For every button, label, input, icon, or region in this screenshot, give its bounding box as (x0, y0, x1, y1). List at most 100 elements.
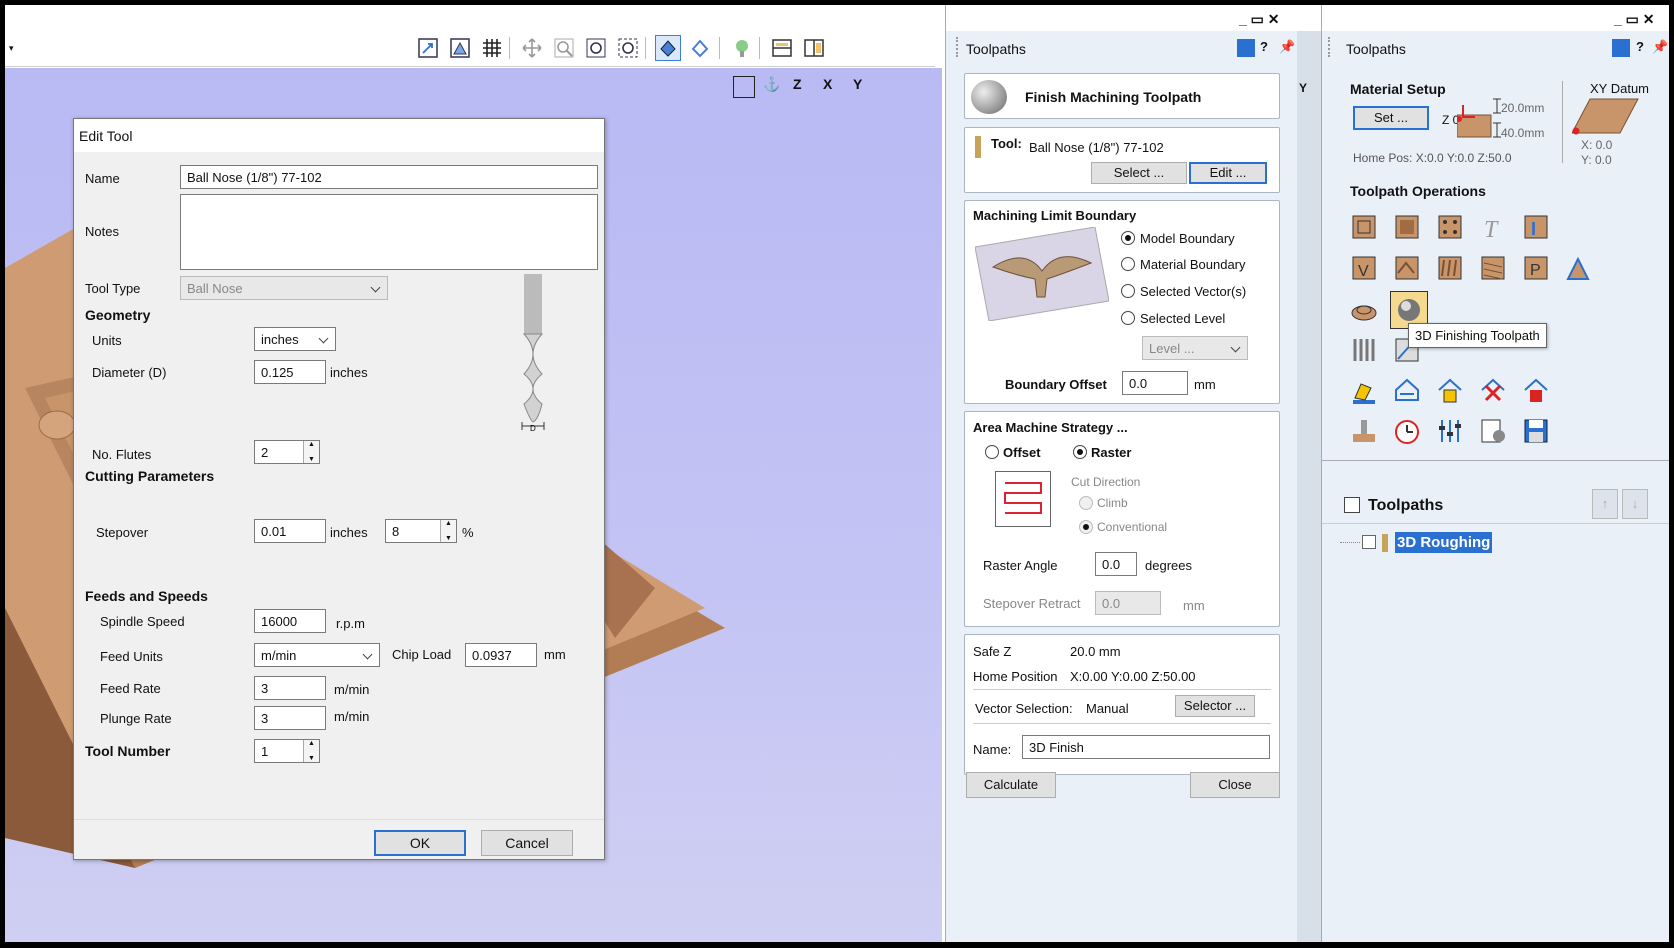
selected-level-radio[interactable] (1121, 311, 1135, 325)
window-controls[interactable]: _ ▭ ✕ (1239, 11, 1280, 28)
toolpath-name-input[interactable]: 3D Finish (1022, 735, 1270, 759)
tool-name-input[interactable]: Ball Nose (1/8") 77-102 (180, 165, 598, 189)
cancel-button[interactable]: Cancel (481, 830, 573, 856)
split-icon[interactable] (769, 35, 795, 61)
help-icon[interactable]: ? (1636, 39, 1644, 54)
tool-database-icon[interactable] (1476, 414, 1510, 448)
home-position-value: X:0.00 Y:0.00 Z:50.00 (1070, 669, 1196, 684)
toolpath-template-icon[interactable] (1519, 374, 1553, 408)
profile-toolpath-icon[interactable] (1347, 210, 1381, 244)
dialog-title: Edit Tool (74, 119, 604, 152)
offset-radio[interactable] (985, 445, 999, 459)
edit-toolpath-icon[interactable] (1347, 374, 1381, 408)
view-y-button[interactable]: Y (853, 76, 862, 92)
lighting-icon[interactable] (729, 35, 755, 61)
tool-number-spinner[interactable]: 1 (254, 739, 320, 763)
pocket-toolpath-icon[interactable] (1390, 210, 1424, 244)
inlay-toolpath-icon[interactable]: I (1519, 210, 1553, 244)
shaded-icon[interactable] (687, 35, 713, 61)
stepover-percent-spinner[interactable]: 8 (385, 519, 457, 543)
raster-label: Raster (1091, 445, 1132, 460)
xy-datum-label: XY Datum (1590, 81, 1650, 96)
set-material-button[interactable]: Set ... (1353, 106, 1429, 130)
drilling-toolpath-icon[interactable] (1433, 210, 1467, 244)
molding-toolpath-icon[interactable] (1562, 251, 1596, 285)
layout-icon[interactable] (801, 35, 827, 61)
grid-icon[interactable] (479, 35, 505, 61)
pin-icon[interactable]: 📌 (1652, 39, 1668, 55)
ok-button[interactable]: OK (374, 830, 466, 856)
raster-radio[interactable] (1073, 445, 1087, 459)
model-boundary-radio[interactable] (1121, 231, 1135, 245)
toolpaths-select-all-checkbox[interactable] (1344, 497, 1360, 513)
view-x-button[interactable]: X (823, 76, 832, 92)
pin-toggle-icon[interactable] (1612, 39, 1630, 57)
zoom-window-icon[interactable] (415, 35, 441, 61)
zoom-icon[interactable] (551, 35, 577, 61)
prism-toolpath-icon[interactable] (1390, 251, 1424, 285)
move-down-icon[interactable]: ↓ (1622, 489, 1648, 519)
merge-toolpath-icon[interactable] (1433, 374, 1467, 408)
pin-icon[interactable]: 📌 (1279, 39, 1295, 55)
plunge-rate-input[interactable]: 3 (254, 706, 326, 730)
selector-button[interactable]: Selector ... (1175, 695, 1255, 717)
stepover-retract-input[interactable]: 0.0 (1095, 591, 1161, 615)
fit-view-icon[interactable] (733, 76, 755, 98)
boundary-offset-input[interactable]: 0.0 (1122, 371, 1188, 395)
xy-datum-icon[interactable] (1572, 97, 1640, 137)
dropdown-arrow-icon[interactable]: ▾ (9, 43, 14, 54)
view-z-button[interactable]: Z (793, 76, 802, 92)
help-icon[interactable]: ? (1260, 39, 1268, 54)
tool-value: Ball Nose (1/8") 77-102 (1029, 140, 1164, 155)
chip-load-input[interactable]: 0.0937 (465, 643, 537, 667)
delete-toolpath-icon[interactable] (1476, 374, 1510, 408)
feed-rate-input[interactable]: 3 (254, 676, 326, 700)
zoom-extents-icon[interactable] (583, 35, 609, 61)
conventional-radio[interactable] (1079, 520, 1093, 534)
cutout-toolpath-icon[interactable] (1347, 333, 1381, 367)
pan-icon[interactable] (519, 35, 545, 61)
feed-units-label: Feed Units (100, 649, 163, 664)
climb-radio[interactable] (1079, 496, 1093, 510)
units-label: Units (92, 333, 122, 348)
iso-view-icon[interactable]: ⚓ (763, 76, 780, 93)
edit-tool-button[interactable]: Edit ... (1189, 162, 1267, 184)
select-tool-button[interactable]: Select ... (1091, 162, 1187, 184)
vcarve-toolpath-icon[interactable]: V (1347, 251, 1381, 285)
toolpath-item-checkbox[interactable] (1362, 535, 1376, 549)
zoom-all-icon[interactable] (615, 35, 641, 61)
feed-units-select[interactable]: m/min (254, 643, 380, 667)
flutes-spinner[interactable]: 2 (254, 440, 320, 464)
3d-roughing-icon[interactable] (1347, 293, 1381, 327)
calculate-button[interactable]: Calculate (966, 772, 1056, 798)
window-controls-right[interactable]: _ ▭ ✕ (1614, 11, 1655, 28)
toolpath-list-item[interactable]: 3D Roughing (1395, 532, 1493, 553)
save-toolpath-icon[interactable] (1519, 414, 1553, 448)
pin-toggle-icon[interactable] (1237, 39, 1255, 57)
units-select[interactable]: inches (254, 327, 336, 351)
panel-divider[interactable]: Y (1297, 31, 1321, 942)
spindle-speed-input[interactable]: 16000 (254, 609, 326, 633)
toolpath-summary-icon[interactable] (1433, 414, 1467, 448)
selected-vectors-radio[interactable] (1121, 284, 1135, 298)
tooltip: 3D Finishing Toolpath (1408, 323, 1547, 348)
fluting-toolpath-icon[interactable] (1433, 251, 1467, 285)
level-select[interactable]: Level ... (1142, 336, 1248, 360)
tool-type-select[interactable]: Ball Nose (180, 276, 388, 300)
render-icon[interactable] (655, 35, 681, 61)
notes-textarea[interactable] (180, 194, 598, 270)
zoom-selected-icon[interactable] (447, 35, 473, 61)
texture-toolpath-icon[interactable] (1476, 251, 1510, 285)
engraving-toolpath-icon[interactable]: T (1476, 210, 1510, 244)
move-up-icon[interactable]: ↑ (1592, 489, 1618, 519)
stepover-input[interactable]: 0.01 (254, 519, 326, 543)
raster-angle-input[interactable]: 0.0 (1095, 552, 1137, 576)
close-button[interactable]: Close (1190, 772, 1280, 798)
preview-toolpath-icon[interactable] (1347, 414, 1381, 448)
time-estimate-icon[interactable] (1390, 414, 1424, 448)
material-boundary-radio[interactable] (1121, 257, 1135, 271)
tool-number-label: Tool Number (85, 743, 171, 759)
copy-toolpath-icon[interactable] (1390, 374, 1424, 408)
diameter-input[interactable]: 0.125 (254, 360, 326, 384)
quick-engrave-icon[interactable]: P (1519, 251, 1553, 285)
